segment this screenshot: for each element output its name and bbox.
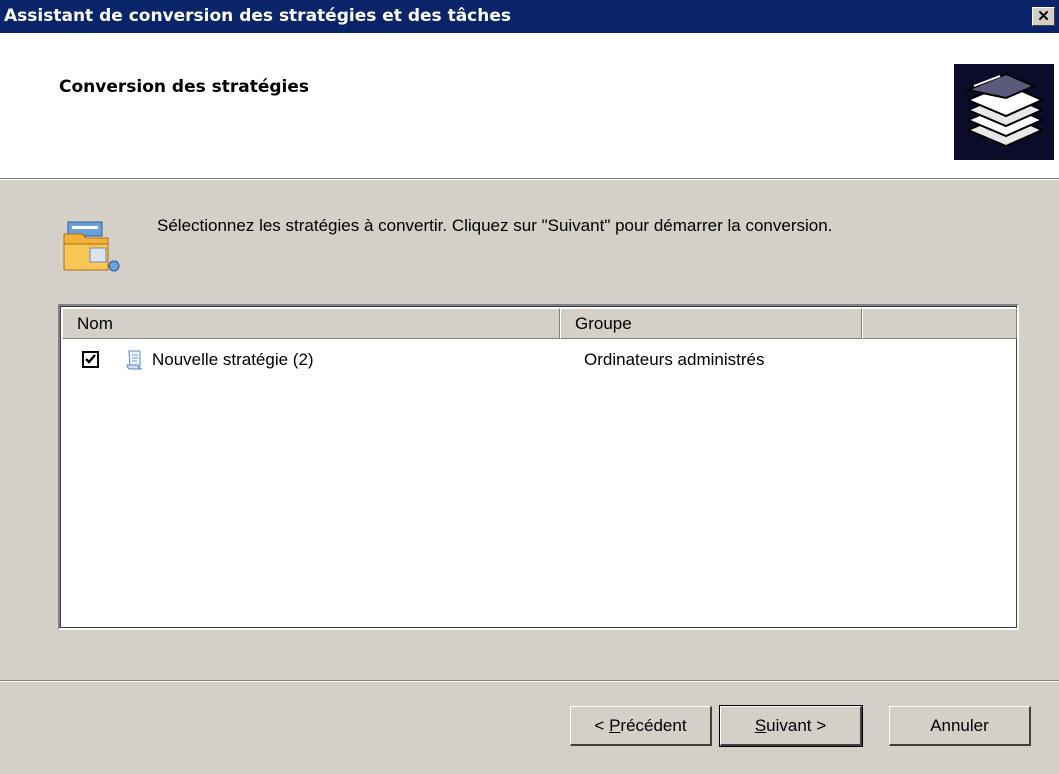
policy-list[interactable]: Nom Groupe Nouvelle stratégie (2) Ordina… bbox=[58, 304, 1019, 630]
list-item[interactable]: Nouvelle stratégie (2) Ordinateurs admin… bbox=[62, 340, 1017, 376]
footer-separator bbox=[0, 680, 1059, 682]
policy-group: Ordinateurs administrés bbox=[584, 350, 765, 369]
next-button[interactable]: Suivant > bbox=[719, 705, 863, 747]
close-icon: ✕ bbox=[1037, 8, 1050, 25]
title-bar: Assistant de conversion des stratégies e… bbox=[0, 0, 1059, 33]
instruction-text: Sélectionnez les stratégies à convertir.… bbox=[157, 216, 833, 235]
back-button[interactable]: < Précédent bbox=[570, 706, 712, 746]
back-button-label: récédent bbox=[620, 715, 687, 735]
window-title: Assistant de conversion des stratégies e… bbox=[4, 6, 511, 26]
cancel-button-label: Annuler bbox=[930, 715, 989, 735]
column-header-name[interactable]: Nom bbox=[62, 308, 560, 339]
folder-convert-icon bbox=[62, 220, 122, 276]
check-icon bbox=[85, 354, 96, 364]
policy-checkbox[interactable] bbox=[82, 351, 99, 368]
policy-stack-icon bbox=[954, 64, 1054, 160]
policy-name: Nouvelle stratégie (2) bbox=[152, 350, 314, 369]
next-button-mnemonic: S bbox=[754, 715, 767, 735]
column-header-empty[interactable] bbox=[862, 308, 1017, 339]
cancel-button[interactable]: Annuler bbox=[889, 706, 1031, 746]
wizard-header: Conversion des stratégies bbox=[0, 33, 1059, 178]
back-button-mnemonic: P bbox=[609, 715, 621, 735]
next-button-label: uivant > bbox=[766, 715, 827, 735]
close-button[interactable]: ✕ bbox=[1032, 7, 1055, 26]
header-separator bbox=[0, 178, 1059, 180]
policy-scroll-icon bbox=[124, 349, 146, 371]
page-title: Conversion des stratégies bbox=[59, 77, 310, 97]
back-button-prefix: < bbox=[594, 715, 610, 735]
column-header-group[interactable]: Groupe bbox=[560, 308, 862, 339]
